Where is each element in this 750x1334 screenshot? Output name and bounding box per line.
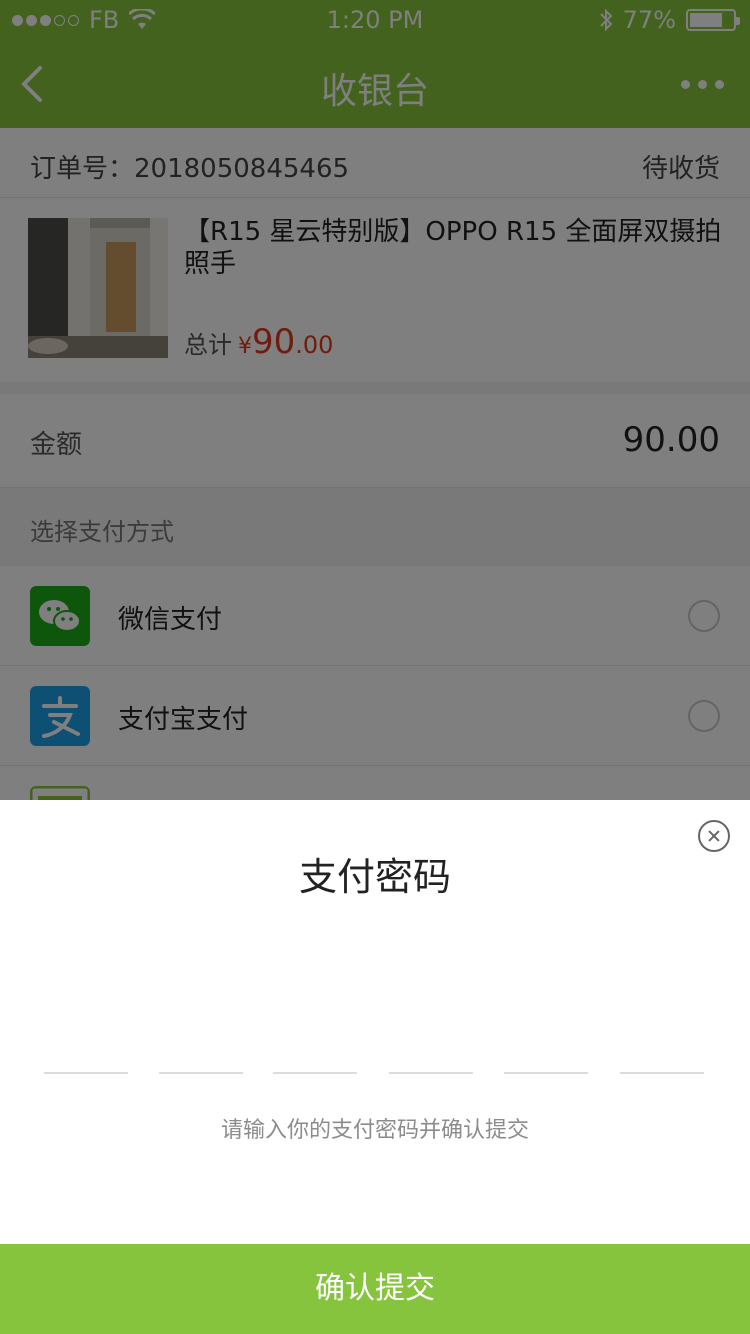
password-digit[interactable] [273, 1072, 357, 1074]
password-digit[interactable] [389, 1072, 473, 1074]
confirm-submit-button[interactable]: 确认提交 [0, 1244, 750, 1334]
password-digit[interactable] [159, 1072, 243, 1074]
password-digit[interactable] [620, 1072, 704, 1074]
password-input[interactable] [44, 1072, 706, 1076]
sheet-title: 支付密码 [298, 855, 451, 899]
password-hint: 请输入你的支付密码并确认提交 [220, 1118, 529, 1143]
password-sheet: 支付密码 请输入你的支付密码并确认提交 确认提交 [0, 800, 750, 1334]
password-digit[interactable] [44, 1072, 128, 1074]
password-digit[interactable] [504, 1072, 588, 1074]
